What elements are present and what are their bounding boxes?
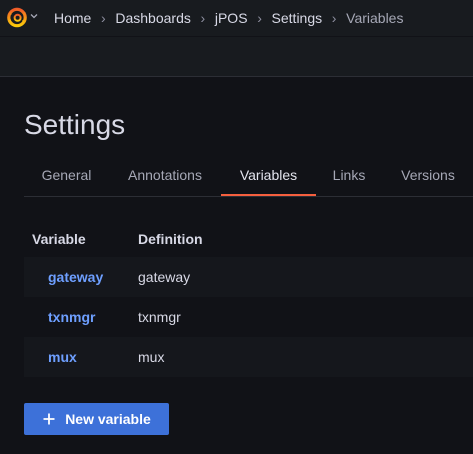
variables-table: Variable Definition gateway gateway txnm… <box>24 220 473 377</box>
breadcrumb-separator: › <box>257 10 262 26</box>
variable-definition: gateway <box>138 269 191 285</box>
variable-name-link[interactable]: txnmgr <box>48 309 95 325</box>
table-row: txnmgr txnmgr <box>24 297 473 337</box>
new-variable-button[interactable]: New variable <box>24 403 169 435</box>
breadcrumb-separator: › <box>200 10 206 26</box>
table-header: Variable Definition <box>24 220 473 257</box>
breadcrumb-dashboards[interactable]: Dashboards <box>115 9 191 27</box>
tab-general[interactable]: General <box>24 156 109 195</box>
page-title: Settings <box>24 109 126 140</box>
breadcrumb-variables: Variables <box>346 10 404 26</box>
table-row: gateway gateway <box>24 257 473 297</box>
tab-annotations[interactable]: Annotations <box>113 156 217 195</box>
tab-variables[interactable]: Variables <box>221 156 316 196</box>
grafana-logo-icon[interactable] <box>6 6 28 28</box>
breadcrumb-separator: › <box>331 10 337 26</box>
tab-links[interactable]: Links <box>321 156 377 195</box>
new-variable-label: New variable <box>65 411 151 427</box>
breadcrumb-separator: › <box>101 10 106 26</box>
chevron-down-icon[interactable] <box>29 11 39 21</box>
tab-versions[interactable]: Versions <box>390 156 466 195</box>
top-nav-bar: Home › Dashboards › jPOS › Settings › Va… <box>0 0 473 36</box>
column-header-definition: Definition <box>138 231 203 247</box>
variable-definition: txnmgr <box>138 309 181 325</box>
toolbar-band <box>0 37 473 77</box>
breadcrumb-home[interactable]: Home <box>54 9 91 27</box>
variable-definition: mux <box>138 349 165 365</box>
table-row: mux mux <box>24 337 473 377</box>
variable-name-link[interactable]: gateway <box>48 269 103 285</box>
column-header-variable: Variable <box>32 231 86 247</box>
breadcrumb-jpos[interactable]: jPOS <box>215 9 248 27</box>
variable-name-link[interactable]: mux <box>48 349 77 365</box>
settings-tabs: General Annotations Variables Links Vers… <box>24 156 473 197</box>
breadcrumb-settings[interactable]: Settings <box>272 9 323 27</box>
breadcrumb: Home › Dashboards › jPOS › Settings › Va… <box>54 9 403 27</box>
plus-icon <box>43 413 55 425</box>
